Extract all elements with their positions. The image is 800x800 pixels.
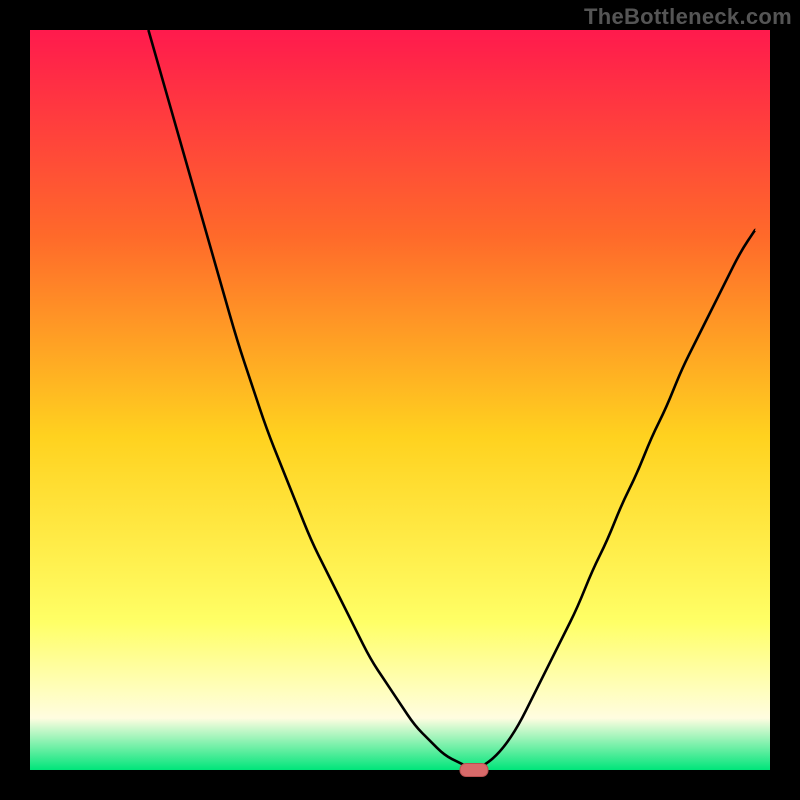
chart-frame: TheBottleneck.com [0, 0, 800, 800]
watermark-text: TheBottleneck.com [584, 4, 792, 30]
plot-area [30, 30, 770, 770]
optimum-marker [460, 764, 488, 777]
bottleneck-chart [0, 0, 800, 800]
